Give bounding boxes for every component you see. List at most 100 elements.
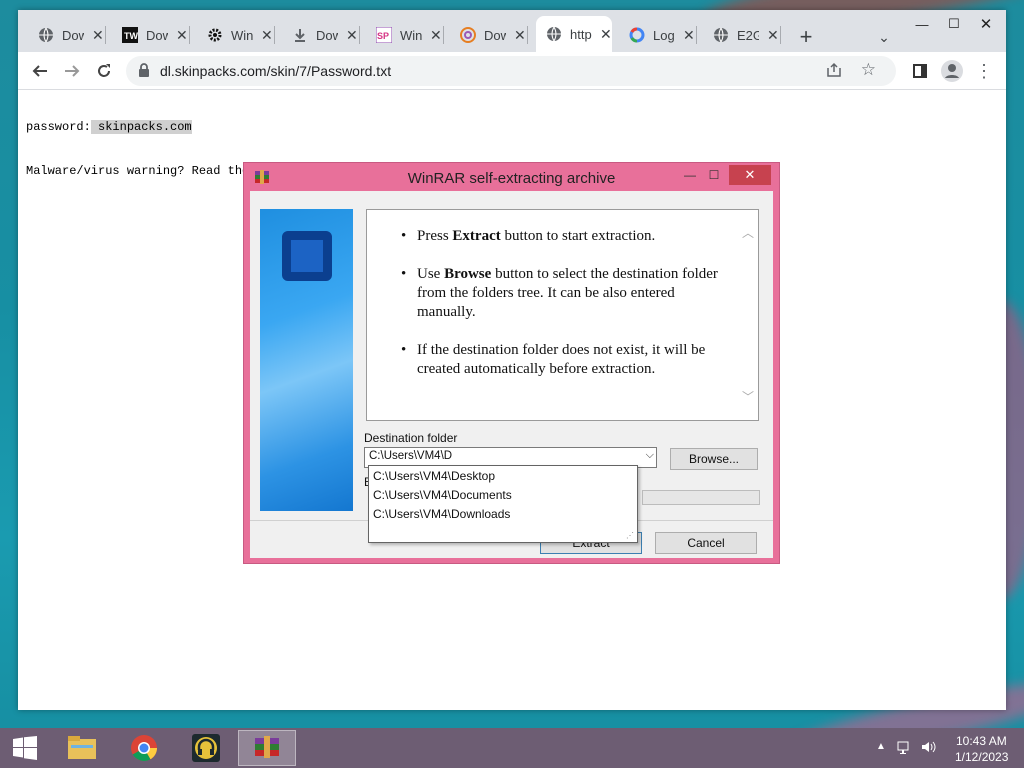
windows-logo-icon — [13, 736, 37, 760]
globe-icon — [713, 27, 729, 43]
tab-2[interactable]: TW Dow ✕ — [114, 22, 190, 48]
browse-button[interactable]: Browse... — [670, 448, 758, 470]
instruction-keyword: Browse — [444, 266, 492, 282]
tab-title[interactable]: Dow — [146, 28, 168, 43]
bookmark-star-icon[interactable]: ☆ — [861, 60, 876, 80]
chevron-down-icon[interactable]: ⌵ — [646, 449, 654, 462]
tab-title[interactable]: Win — [400, 28, 422, 43]
cancel-button[interactable]: Cancel — [655, 532, 757, 554]
tab-strip: Dow ✕ TW Dow ✕ Win ✕ Dow ✕ SP Win ✕ Dow ✕ http ✕ Log ✕ E2G… — [18, 10, 1006, 52]
svg-text:SP: SP — [377, 31, 389, 41]
sp-icon: SP — [376, 27, 392, 43]
resize-grip-icon[interactable]: ⋰ — [626, 531, 634, 540]
tab-close-icon[interactable]: ✕ — [514, 27, 526, 44]
tab-9[interactable]: E2G ✕ — [705, 22, 781, 48]
tab-1[interactable]: Dow ✕ — [30, 22, 106, 48]
instruction-text: If the destination folder does not exist… — [417, 342, 706, 377]
dialog-minimize-button[interactable]: — — [680, 165, 700, 185]
menu-kebab-icon[interactable]: ⋮ — [970, 57, 998, 85]
tab-close-icon[interactable]: ✕ — [176, 27, 188, 44]
scroll-up-icon[interactable]: ︿ — [742, 224, 754, 241]
start-button[interactable] — [0, 730, 50, 766]
destination-folder-value[interactable]: C:\Users\VM4\D — [369, 450, 452, 462]
volume-icon[interactable] — [920, 739, 936, 758]
tab-close-icon[interactable]: ✕ — [346, 27, 358, 44]
extraction-progress-bar — [642, 490, 760, 505]
profile-avatar-icon[interactable] — [938, 57, 966, 85]
dialog-close-button[interactable]: ✕ — [729, 165, 771, 185]
globe-icon — [38, 27, 54, 43]
suggestion-item[interactable]: C:\Users\VM4\Desktop — [373, 467, 495, 486]
share-icon[interactable] — [826, 62, 842, 81]
network-icon[interactable] — [897, 739, 913, 758]
tw-icon: TW — [122, 27, 138, 43]
folder-suggestions-dropdown: C:\Users\VM4\Desktop C:\Users\VM4\Docume… — [368, 465, 638, 543]
destination-folder-label: Destination folder — [364, 431, 458, 445]
lock-icon[interactable] — [138, 62, 150, 80]
side-panel-icon[interactable] — [906, 57, 934, 85]
close-window-button[interactable]: ✕ — [970, 10, 1002, 38]
maximize-button[interactable]: ☐ — [938, 10, 970, 38]
winrar-icon — [255, 736, 279, 758]
gear-icon — [207, 27, 223, 43]
tab-close-icon[interactable]: ✕ — [683, 27, 695, 44]
tab-close-icon[interactable]: ✕ — [430, 27, 442, 44]
instructions-box: Press Extract button to start extraction… — [366, 209, 759, 421]
instruction-item: Press Extract button to start extraction… — [401, 227, 737, 246]
tab-title[interactable]: Win — [231, 28, 253, 43]
reload-button[interactable] — [90, 57, 118, 85]
taskbar-winrar[interactable] — [238, 730, 296, 766]
globe-icon — [546, 26, 562, 42]
tab-title[interactable]: Dow — [484, 28, 506, 43]
tab-title[interactable]: Dow — [62, 28, 84, 43]
chrome-icon — [131, 735, 157, 761]
dialog-titlebar[interactable]: WinRAR self-extracting archive — ☐ ✕ — [244, 163, 779, 191]
tab-close-icon[interactable]: ✕ — [261, 27, 273, 44]
tab-6[interactable]: Dow ✕ — [452, 22, 528, 48]
password-line: password: skinpacks.com — [26, 120, 192, 134]
password-value[interactable]: skinpacks.com — [90, 120, 192, 134]
download-icon — [292, 27, 308, 43]
browser-toolbar: dl.skinpacks.com/skin/7/Password.txt ☆ ⋮ — [18, 52, 1006, 90]
clock-time[interactable]: 10:43 AM — [956, 734, 1007, 748]
tab-7[interactable]: http ✕ — [536, 16, 612, 52]
new-tab-button[interactable]: + — [792, 23, 820, 51]
logo-square-icon — [282, 231, 332, 281]
tab-title[interactable]: Log — [653, 28, 675, 43]
spiral-icon — [460, 27, 476, 43]
taskbar-music-app[interactable] — [177, 730, 235, 766]
taskbar-file-explorer[interactable] — [53, 730, 111, 766]
password-label: password: — [26, 120, 91, 134]
tab-search-chevron-icon[interactable]: ⌄ — [870, 23, 898, 51]
tab-close-icon[interactable]: ✕ — [92, 27, 104, 44]
tab-close-icon[interactable]: ✕ — [600, 26, 612, 43]
address-bar[interactable]: dl.skinpacks.com/skin/7/Password.txt ☆ — [126, 56, 896, 86]
tab-5[interactable]: SP Win ✕ — [368, 22, 444, 48]
instruction-text: Use — [417, 266, 445, 282]
svg-text:TW: TW — [124, 31, 138, 41]
winrar-banner-image — [260, 209, 353, 511]
warning-line: Malware/virus warning? Read the — [26, 164, 250, 178]
tab-4[interactable]: Dow ✕ — [284, 22, 360, 48]
google-icon — [629, 27, 645, 43]
instruction-text: Press — [417, 228, 453, 244]
minimize-button[interactable]: — — [906, 10, 938, 38]
suggestion-item[interactable]: C:\Users\VM4\Downloads — [373, 505, 510, 524]
tab-close-icon[interactable]: ✕ — [767, 27, 779, 44]
clock-date[interactable]: 1/12/2023 — [955, 750, 1008, 764]
show-hidden-icons-chevron-icon[interactable]: ▲ — [876, 741, 886, 752]
tab-title[interactable]: http — [570, 27, 592, 42]
back-button[interactable] — [26, 57, 54, 85]
tab-3[interactable]: Win ✕ — [199, 22, 275, 48]
tab-8[interactable]: Log ✕ — [621, 22, 697, 48]
instruction-item: If the destination folder does not exist… — [401, 341, 737, 379]
url-text[interactable]: dl.skinpacks.com/skin/7/Password.txt — [160, 63, 391, 79]
scroll-down-icon[interactable]: ﹀ — [742, 388, 754, 405]
instruction-keyword: Extract — [452, 228, 501, 244]
taskbar-chrome[interactable] — [115, 730, 173, 766]
suggestion-item[interactable]: C:\Users\VM4\Documents — [373, 486, 512, 505]
forward-button[interactable] — [58, 57, 86, 85]
tab-title[interactable]: Dow — [316, 28, 338, 43]
tab-title[interactable]: E2G — [737, 28, 759, 43]
dialog-maximize-button[interactable]: ☐ — [704, 165, 724, 185]
